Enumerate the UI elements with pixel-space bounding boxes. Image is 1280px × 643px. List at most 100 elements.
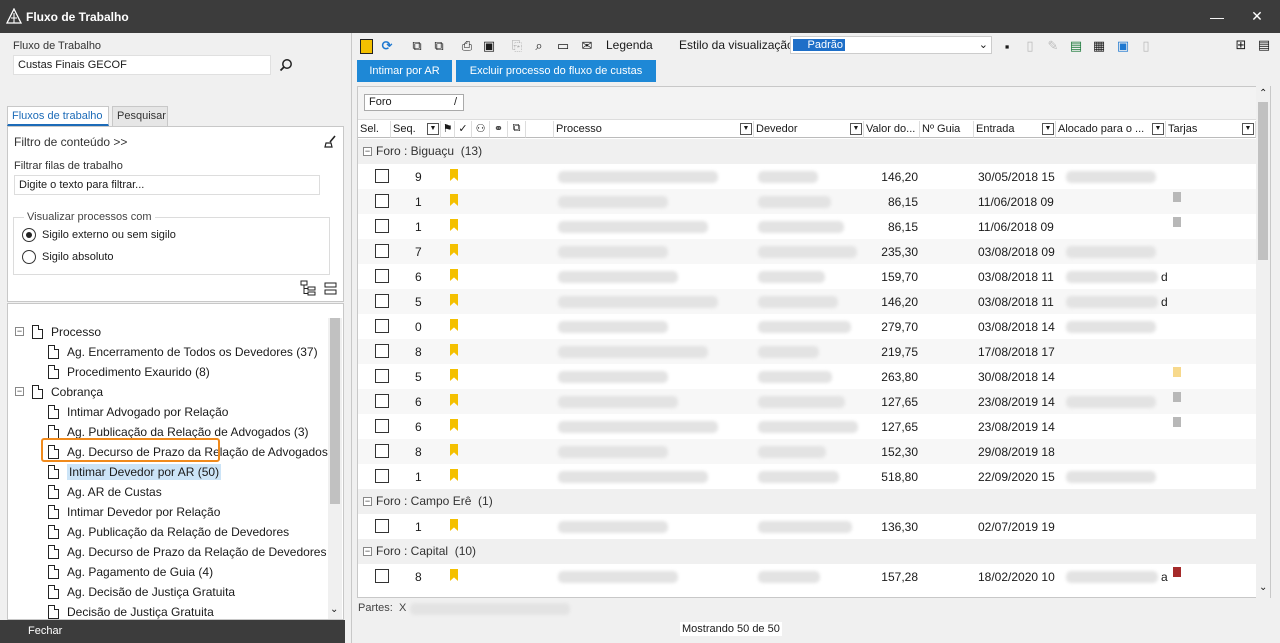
tree-item[interactable]: Ag. Pagamento de Guia (4): [48, 562, 213, 582]
column-header[interactable]: Processo ▼: [554, 121, 754, 138]
tab-fluxos[interactable]: Fluxos de trabalho: [7, 106, 109, 126]
tree-scrollbar-thumb[interactable]: [330, 318, 340, 504]
row-checkbox[interactable]: [375, 369, 389, 383]
refresh-icon[interactable]: ⟳: [378, 37, 396, 55]
grid-scroll-down-icon[interactable]: ⌄: [1259, 582, 1267, 593]
excluir-processo-button[interactable]: Excluir processo do fluxo de custas: [456, 60, 656, 82]
copy-column-icon[interactable]: ⧉: [508, 121, 526, 138]
tree-item[interactable]: Ag. Decurso de Prazo da Relação de Deved…: [48, 542, 326, 562]
grid-scrollbar[interactable]: ⌃ ⌄: [1256, 86, 1270, 598]
row-checkbox[interactable]: [375, 469, 389, 483]
table-row[interactable]: 1 86,15 11/06/2018 09: [358, 189, 1256, 214]
people-column-icon[interactable]: ⚇: [472, 121, 490, 138]
column-filter-icon[interactable]: ▼: [740, 123, 752, 135]
column-filter-icon[interactable]: ▼: [1242, 123, 1254, 135]
grid-scrollbar-thumb[interactable]: [1258, 102, 1268, 260]
column-header[interactable]: Entrada ▼: [974, 121, 1056, 138]
tree-item[interactable]: Ag. Decisão de Justiça Gratuita: [48, 582, 235, 602]
column-filter-icon[interactable]: ▼: [1042, 123, 1054, 135]
column-filter-icon[interactable]: ▼: [427, 123, 439, 135]
table-row[interactable]: 6 127,65 23/08/2019 14: [358, 414, 1256, 439]
row-checkbox[interactable]: [375, 194, 389, 208]
table-row[interactable]: 8 157,28 18/02/2020 10 a: [358, 564, 1256, 589]
tree-node[interactable]: − Processo: [15, 322, 101, 342]
row-checkbox[interactable]: [375, 444, 389, 458]
group-row[interactable]: − Foro : Capital (10): [358, 539, 1256, 564]
table-row[interactable]: 0 279,70 03/08/2018 14: [358, 314, 1256, 339]
bookmark-column-icon[interactable]: ⚑: [441, 121, 455, 138]
row-checkbox[interactable]: [375, 219, 389, 233]
duplicate-icon[interactable]: ⧉: [430, 37, 448, 55]
table-row[interactable]: 1 518,80 22/09/2020 15: [358, 464, 1256, 489]
column-header[interactable]: Seq. ▼: [391, 121, 441, 138]
table-row[interactable]: 7 235,30 03/08/2018 09: [358, 239, 1256, 264]
tab-pesquisar[interactable]: Pesquisar: [112, 106, 168, 126]
row-checkbox[interactable]: [375, 344, 389, 358]
column-header[interactable]: Sel.: [358, 121, 391, 138]
save-icon[interactable]: ▪: [998, 37, 1016, 55]
group-collapse-icon[interactable]: −: [363, 547, 372, 556]
table-row[interactable]: 6 159,70 03/08/2018 11 d: [358, 264, 1256, 289]
collapse-all-icon[interactable]: ▤: [1255, 36, 1273, 54]
tree-item[interactable]: Ag. Publicação da Relação de Devedores: [48, 522, 289, 542]
column-header[interactable]: Alocado para o ... ▼: [1056, 121, 1166, 138]
blank-column-header[interactable]: [526, 121, 554, 138]
table-row[interactable]: 5 263,80 30/08/2018 14: [358, 364, 1256, 389]
table-row[interactable]: 8 219,75 17/08/2018 17: [358, 339, 1256, 364]
expand-all-icon[interactable]: ⊞: [1232, 36, 1250, 54]
radio-sigilo-externo[interactable]: [22, 228, 36, 242]
column-filter-icon[interactable]: ▼: [850, 123, 862, 135]
tree-item[interactable]: Intimar Devedor por AR (50): [48, 462, 222, 482]
row-checkbox[interactable]: [375, 419, 389, 433]
intimar-ar-button[interactable]: Intimar por AR: [357, 60, 452, 82]
column-filter-icon[interactable]: ▼: [1152, 123, 1164, 135]
column-header[interactable]: Devedor ▼: [754, 121, 864, 138]
legend-button[interactable]: Legenda: [606, 38, 653, 52]
broom-icon[interactable]: [322, 134, 338, 150]
row-checkbox[interactable]: [375, 569, 389, 583]
table-row[interactable]: 5 146,20 03/08/2018 11 d: [358, 289, 1256, 314]
tree-scrollbar[interactable]: ⌄: [328, 318, 342, 619]
tree-item[interactable]: Procedimento Exaurido (8): [48, 362, 210, 382]
column-header[interactable]: Tarjas ▼: [1166, 121, 1256, 138]
row-checkbox[interactable]: [375, 294, 389, 308]
table-row[interactable]: 1 86,15 11/06/2018 09: [358, 214, 1256, 239]
row-checkbox[interactable]: [375, 519, 389, 533]
group-collapse-icon[interactable]: −: [363, 147, 372, 156]
group-collapse-icon[interactable]: −: [363, 497, 372, 506]
tree-scroll-down-icon[interactable]: ⌄: [330, 604, 338, 615]
tree-item[interactable]: Decisão de Justiça Gratuita: [48, 602, 214, 619]
column-header[interactable]: Nº Guia: [920, 121, 974, 138]
export-icon[interactable]: ▣: [480, 37, 498, 55]
search-icon[interactable]: [279, 58, 293, 72]
attach-icon[interactable]: ⎘: [508, 37, 526, 55]
link-column-icon[interactable]: ⚭: [490, 121, 508, 138]
excel-icon[interactable]: ▤: [1067, 37, 1085, 55]
note-icon[interactable]: [357, 37, 375, 55]
radio-sigilo-absoluto[interactable]: [22, 250, 36, 264]
delete-comment-icon[interactable]: ✉: [578, 37, 596, 55]
tree-expand-icon[interactable]: [300, 280, 317, 297]
tree-item[interactable]: Ag. AR de Custas: [48, 482, 162, 502]
tree-item[interactable]: Intimar Advogado por Relação: [48, 402, 228, 422]
close-button[interactable]: Fechar: [28, 625, 62, 637]
tree-expander-icon[interactable]: −: [15, 387, 24, 396]
row-checkbox[interactable]: [375, 244, 389, 258]
row-checkbox[interactable]: [375, 169, 389, 183]
filter-queues-input[interactable]: Digite o texto para filtrar...: [14, 175, 320, 195]
comment-icon[interactable]: ▭: [554, 37, 572, 55]
group-chip-foro[interactable]: Foro /: [364, 94, 464, 111]
tree-expander-icon[interactable]: −: [15, 327, 24, 336]
row-checkbox[interactable]: [375, 319, 389, 333]
group-row[interactable]: − Foro : Campo Erê (1): [358, 489, 1256, 514]
tree-item[interactable]: Intimar Devedor por Relação: [48, 502, 220, 522]
check-column-icon[interactable]: ✓: [455, 121, 472, 138]
copy-icon[interactable]: ⧉: [408, 37, 426, 55]
row-checkbox[interactable]: [375, 394, 389, 408]
row-checkbox[interactable]: [375, 269, 389, 283]
print-icon[interactable]: ⎙: [458, 37, 476, 55]
column-header[interactable]: Valor do...: [864, 121, 920, 138]
tree-item[interactable]: Ag. Encerramento de Todos os Devedores (…: [48, 342, 318, 362]
minimize-button[interactable]: —: [1200, 0, 1234, 33]
group-row[interactable]: − Foro : Biguaçu (13): [358, 139, 1256, 164]
